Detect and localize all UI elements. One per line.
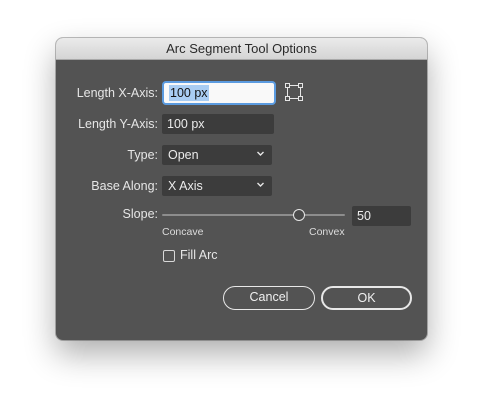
slope-label: Slope:: [122, 207, 158, 221]
base-along-dropdown[interactable]: X Axis: [162, 176, 272, 196]
ok-button[interactable]: OK: [321, 286, 412, 310]
base-along-label: Base Along:: [91, 179, 158, 193]
type-value: Open: [168, 148, 199, 162]
type-dropdown[interactable]: Open: [162, 145, 272, 165]
slope-input[interactable]: 50: [352, 206, 411, 226]
base-along-value: X Axis: [168, 179, 203, 193]
length-x-axis-label: Length X-Axis:: [76, 86, 158, 100]
slope-slider-track[interactable]: [162, 214, 345, 216]
fill-arc-checkbox[interactable]: [163, 250, 175, 262]
fill-arc-label: Fill Arc: [180, 248, 218, 262]
slope-slider-thumb[interactable]: [292, 209, 305, 221]
chevron-down-icon: [257, 182, 264, 187]
length-y-axis-input[interactable]: 100 px: [162, 114, 274, 134]
chevron-down-icon: [257, 151, 264, 156]
reference-point-locator-icon[interactable]: [284, 82, 304, 102]
type-label: Type:: [127, 148, 158, 162]
slope-convex-label: Convex: [309, 226, 345, 238]
arc-segment-tool-options-dialog: Arc Segment Tool Options Length X-Axis: …: [56, 38, 427, 340]
dialog-title: Arc Segment Tool Options: [56, 38, 427, 60]
slope-concave-label: Concave: [162, 226, 204, 238]
cancel-button[interactable]: Cancel: [223, 286, 315, 310]
length-x-axis-value: 100 px: [169, 85, 209, 101]
length-y-axis-label: Length Y-Axis:: [78, 117, 158, 131]
length-x-axis-input[interactable]: 100 px: [164, 83, 274, 103]
